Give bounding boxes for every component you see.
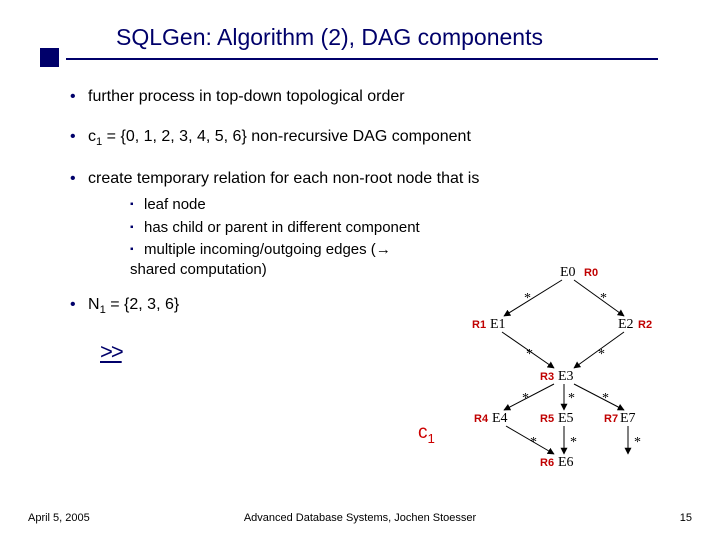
label-r5: R5 (540, 413, 554, 425)
node-e3: E3 (558, 369, 574, 384)
bullet-2-text: c1 = {0, 1, 2, 3, 4, 5, 6} non-recursive… (88, 128, 471, 145)
footer-center: Advanced Database Systems, Jochen Stoess… (0, 512, 720, 524)
bullet-3-text: create temporary relation for each non-r… (88, 170, 479, 187)
bullet-dot-icon: • (70, 294, 88, 316)
edge-star: * (600, 291, 607, 306)
sub-2: ▪has child or parent in different compon… (130, 218, 430, 238)
edge-star: * (634, 435, 641, 450)
label-r2: R2 (638, 319, 652, 331)
edge-star: * (598, 347, 605, 362)
node-e5: E5 (558, 411, 574, 426)
label-r6: R6 (540, 457, 554, 469)
dag-diagram: * * * * * * * * * * E0 E1 E2 E3 E4 E5 E7… (452, 262, 672, 472)
bullet-dot-icon: • (70, 86, 88, 108)
c1-annotation: c1 (418, 422, 435, 446)
sub-1: ▪leaf node (130, 195, 430, 215)
sub-bullet-icon: ▪ (130, 198, 144, 212)
node-e6: E6 (558, 455, 574, 470)
label-r3: R3 (540, 371, 554, 383)
bullet-1-text: further process in top-down topological … (88, 88, 405, 105)
bullet-4-text: N1 = {2, 3, 6} (88, 296, 179, 313)
label-r1: R1 (472, 319, 486, 331)
sub-2-text: has child or parent in different compone… (144, 219, 420, 236)
decorative-square (40, 48, 59, 67)
edge-star: * (526, 347, 533, 362)
sub-bullet-icon: ▪ (130, 243, 144, 257)
sub-3-text: multiple incoming/outgoing edges (→ shar… (130, 241, 391, 278)
sub-list: ▪leaf node ▪has child or parent in diffe… (130, 195, 430, 280)
edge-star: * (570, 435, 577, 450)
bullet-dot-icon: • (70, 168, 88, 190)
edge-star: * (522, 391, 529, 406)
slide-title: SQLGen: Algorithm (2), DAG components (116, 24, 543, 51)
sub-3: ▪multiple incoming/outgoing edges (→ sha… (130, 240, 430, 281)
node-e4: E4 (492, 411, 508, 426)
label-r7: R7 (604, 413, 618, 425)
bullet-3: •create temporary relation for each non-… (70, 168, 660, 190)
edge-star: * (602, 391, 609, 406)
bullet-2: •c1 = {0, 1, 2, 3, 4, 5, 6} non-recursiv… (70, 126, 660, 150)
bullet-dot-icon: • (70, 126, 88, 148)
label-r0: R0 (584, 267, 598, 279)
node-e7: E7 (620, 411, 636, 426)
title-underline (66, 58, 658, 60)
node-e0: E0 (560, 265, 576, 280)
sub-bullet-icon: ▪ (130, 221, 144, 235)
node-e2: E2 (618, 317, 634, 332)
bullet-1: •further process in top-down topological… (70, 86, 660, 108)
label-r4: R4 (474, 413, 489, 425)
edge-star: * (530, 435, 537, 450)
node-e1: E1 (490, 317, 506, 332)
edge-star: * (524, 291, 531, 306)
sub-1-text: leaf node (144, 196, 206, 213)
footer-page: 15 (680, 512, 692, 524)
edge-star: * (568, 391, 575, 406)
